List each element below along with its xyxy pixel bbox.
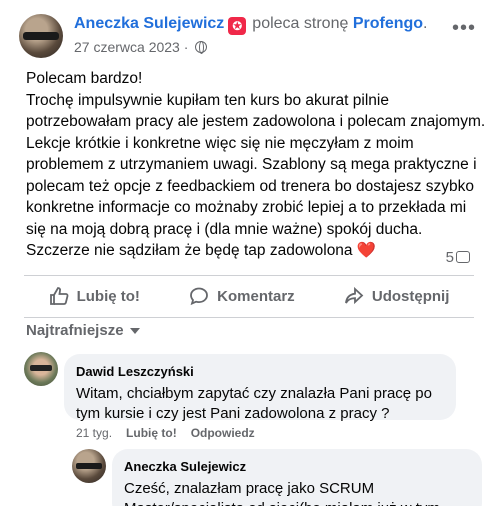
comment-like-button[interactable]: Lubię to! <box>126 426 177 440</box>
heart-emoji: ❤️ <box>356 242 377 259</box>
post-body: Polecam bardzo! Trochę impulsywnie kupił… <box>26 68 486 262</box>
page-link[interactable]: Profengo <box>353 15 423 32</box>
like-button[interactable]: Lubię to! <box>49 286 140 306</box>
comment-button[interactable]: Komentarz <box>189 286 295 306</box>
comment-text: Cześć, znalazłam pracę jako SCRUM Master… <box>124 480 440 506</box>
comment-time[interactable]: 21 tyg. <box>76 426 112 440</box>
divider <box>24 317 474 318</box>
share-label: Udostępnij <box>371 287 450 305</box>
comment-actions: 21 tyg. Lubię to! Odpowiedz <box>76 426 255 440</box>
comment-count-icon <box>456 251 470 263</box>
commenter-avatar[interactable] <box>72 449 106 483</box>
share-button[interactable]: Udostępnij <box>344 286 450 306</box>
comment-bubble: Aneczka Sulejewicz Cześć, znalazłam prac… <box>112 449 482 506</box>
comment-reply-button[interactable]: Odpowiedz <box>191 426 255 440</box>
recommend-text: poleca stronę <box>252 15 349 32</box>
author-name[interactable]: Aneczka Sulejewicz <box>74 15 224 32</box>
more-icon[interactable]: ••• <box>452 18 476 38</box>
page-suffix: . <box>423 15 428 32</box>
sort-dropdown[interactable]: Najtrafniejsze <box>26 322 140 339</box>
comment-author[interactable]: Aneczka Sulejewicz <box>124 457 470 477</box>
post-paragraph: Trochę impulsywnie kupiłam ten kurs bo a… <box>26 90 486 262</box>
globe-icon <box>195 41 208 54</box>
post-header: Aneczka Sulejewicz ✪ poleca stronę Profeng… <box>74 15 427 35</box>
action-bar: Lubię to! Komentarz Udostępnij <box>24 275 474 317</box>
post-meta: 27 czerwca 2023 · <box>74 39 208 55</box>
post-card: Aneczka Sulejewicz ✪ poleca stronę Profeng… <box>0 0 500 506</box>
caret-down-icon <box>129 327 140 334</box>
sort-label: Najtrafniejsze <box>26 322 124 339</box>
author-avatar[interactable] <box>19 14 63 58</box>
post-date[interactable]: 27 czerwca 2023 <box>74 39 180 55</box>
comment-text: Witam, chciałbym zapytać czy znalazła Pa… <box>76 385 432 422</box>
comment-icon <box>190 287 209 306</box>
share-icon <box>344 286 364 305</box>
comment-count[interactable]: 5 <box>446 249 470 266</box>
comment-author[interactable]: Dawid Leszczyński <box>76 362 444 382</box>
like-label: Lubię to! <box>76 287 140 305</box>
comment-label: Komentarz <box>217 287 295 305</box>
post-paragraph-text: Trochę impulsywnie kupiłam ten kurs bo a… <box>26 91 486 260</box>
commenter-avatar[interactable] <box>24 352 58 386</box>
date-separator: · <box>183 39 189 55</box>
comment-bubble: Dawid Leszczyński Witam, chciałbym zapyt… <box>64 354 456 422</box>
post-paragraph: Polecam bardzo! <box>26 70 143 87</box>
like-icon <box>49 287 69 305</box>
badge-icon: ✪ <box>228 17 247 35</box>
comment-count-value: 5 <box>445 249 454 266</box>
